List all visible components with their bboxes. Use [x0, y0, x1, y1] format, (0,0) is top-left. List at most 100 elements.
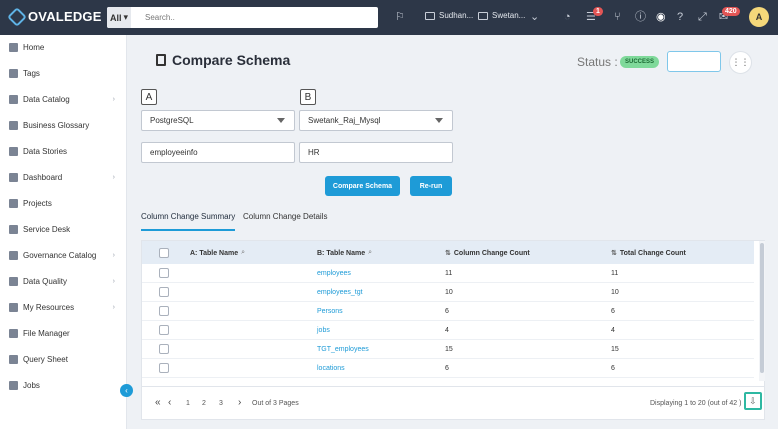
sort-icon: ⇅ [611, 250, 617, 257]
row-checkbox[interactable] [159, 325, 169, 335]
sidebar-item-governance-catalog[interactable]: Governance Catalog › [0, 245, 127, 265]
sidebar-item-file-manager[interactable]: File Manager [0, 323, 127, 343]
cell-b-table-link[interactable]: Persons [317, 308, 343, 315]
data-quality-icon [9, 276, 18, 286]
page-link-1[interactable]: 1 [186, 400, 190, 407]
header-b-table: B: Table Name ⌕ [317, 249, 373, 257]
sidebar-item-home[interactable]: Home [0, 37, 127, 57]
recent-folder-2[interactable]: Swetan... [478, 11, 525, 20]
summary-table: A: Table Name ⌕ B: Table Name ⌕ ⇅ Column Ch… [141, 240, 765, 420]
page-link-2[interactable]: 2 [202, 400, 206, 407]
search-input[interactable] [131, 13, 361, 22]
apps-menu-button[interactable]: ⋮⋮ [729, 51, 752, 74]
table-row: employees_tgt 10 10 [142, 283, 754, 302]
chevron-right-icon: › [112, 95, 115, 103]
cell-b-table-link[interactable]: jobs [317, 327, 330, 334]
info-icon[interactable]: ⓘ [635, 11, 646, 23]
bookmark-icon[interactable]: ⚐ [395, 11, 405, 23]
help-icon[interactable]: ? [677, 11, 683, 23]
cell-total-change: 11 [611, 270, 619, 277]
compare-schema-button[interactable]: Compare Schema [325, 176, 400, 196]
sidebar-item-tags[interactable]: Tags [0, 63, 127, 83]
sidebar-item-jobs[interactable]: Jobs [0, 375, 127, 395]
chrome-extension-icon[interactable]: ◉ [656, 11, 666, 23]
governance-icon [9, 250, 18, 260]
a-connection-select[interactable]: PostgreSQL [141, 110, 295, 131]
sidebar-item-my-resources[interactable]: My Resources › [0, 297, 127, 317]
header-total-change[interactable]: ⇅ Total Change Count [611, 249, 686, 258]
cell-column-change: 11 [445, 270, 453, 277]
table-scrollbar-thumb[interactable] [760, 243, 764, 373]
brand-logo[interactable]: OVALEDGE [7, 6, 102, 27]
sort-icon: ⇅ [445, 250, 451, 257]
chevron-right-icon: › [112, 251, 115, 259]
cell-b-table-link[interactable]: TGT_employees [317, 346, 369, 353]
search-icon[interactable]: ⌕ [241, 249, 245, 257]
sidebar-item-data-stories[interactable]: Data Stories [0, 141, 127, 161]
displaying-count-text: Displaying 1 to 20 (out of 42 ) [650, 400, 742, 407]
projects-icon [9, 198, 18, 208]
next-page-icon[interactable]: › [238, 397, 241, 408]
avatar[interactable]: A [749, 7, 769, 27]
page-title: Compare Schema [156, 52, 290, 68]
pagination: « ‹ 1 2 3 › Out of 3 Pages Displaying 1 … [142, 386, 764, 420]
caret-down-icon [435, 118, 443, 123]
compare-schema-icon [156, 54, 166, 66]
table-row: employees 11 11 [142, 264, 754, 283]
b-schema-field[interactable]: HR [299, 142, 453, 163]
table-row: TGT_employees 15 15 [142, 340, 754, 359]
cell-column-change: 10 [445, 289, 453, 296]
first-page-icon[interactable]: « [155, 397, 161, 408]
logo-icon [7, 6, 27, 27]
tab-column-change-summary[interactable]: Column Change Summary [141, 212, 236, 231]
side-b-tag: B [300, 89, 316, 105]
b-connection-select[interactable]: Swetank_Raj_Mysql [299, 110, 453, 131]
action-button[interactable] [667, 51, 721, 72]
tag-icon [9, 68, 18, 78]
cell-b-table-link[interactable]: employees_tgt [317, 289, 363, 296]
cell-total-change: 6 [611, 365, 615, 372]
dashboard-icon[interactable]: ◔ [564, 11, 571, 23]
folders-dropdown-icon[interactable]: ⌄ [530, 11, 539, 23]
sidebar-item-dashboard[interactable]: Dashboard › [0, 167, 127, 187]
sidebar-item-business-glossary[interactable]: Business Glossary [0, 115, 127, 135]
export-button[interactable]: ⇩ [744, 392, 762, 410]
sidebar-item-query-sheet[interactable]: Query Sheet [0, 349, 127, 369]
lineage-icon[interactable]: ⑂ [614, 11, 621, 23]
row-checkbox[interactable] [159, 306, 169, 316]
download-icon: ⇩ [749, 395, 757, 406]
global-search: All ▾ [107, 7, 378, 28]
sidebar-item-data-catalog[interactable]: Data Catalog › [0, 89, 127, 109]
chevron-right-icon: › [112, 173, 115, 181]
row-checkbox[interactable] [159, 344, 169, 354]
cell-b-table-link[interactable]: employees [317, 270, 351, 277]
cell-total-change: 6 [611, 308, 615, 315]
search-scope-dropdown[interactable]: All ▾ [107, 7, 131, 28]
row-checkbox[interactable] [159, 287, 169, 297]
fullscreen-icon[interactable]: ⤢ [698, 11, 707, 23]
chevron-right-icon: › [112, 303, 115, 311]
query-sheet-icon [9, 354, 18, 364]
sidebar-item-service-desk[interactable]: Service Desk [0, 219, 127, 239]
table-row: locations 6 6 [142, 359, 754, 378]
chevron-down-icon: ▾ [123, 12, 129, 22]
cell-b-table-link[interactable]: locations [317, 365, 345, 372]
data-catalog-icon [9, 94, 18, 104]
tab-column-change-details[interactable]: Column Change Details [243, 212, 328, 221]
resources-icon [9, 302, 18, 312]
a-schema-field[interactable]: employeeinfo [141, 142, 295, 163]
search-icon[interactable]: ⌕ [368, 249, 372, 257]
select-all-checkbox[interactable] [159, 248, 169, 258]
rerun-button[interactable]: Re-run [410, 176, 452, 196]
prev-page-icon[interactable]: ‹ [168, 397, 171, 408]
recent-folder-1[interactable]: Sudhan... [425, 11, 473, 20]
grid-icon: ⋮⋮ [731, 57, 750, 67]
table-row: jobs 4 4 [142, 321, 754, 340]
page-link-3[interactable]: 3 [219, 400, 223, 407]
header-column-change[interactable]: ⇅ Column Change Count [445, 249, 530, 258]
sidebar-item-data-quality[interactable]: Data Quality › [0, 271, 127, 291]
chevron-right-icon: › [112, 277, 115, 285]
sidebar-item-projects[interactable]: Projects [0, 193, 127, 213]
row-checkbox[interactable] [159, 268, 169, 278]
row-checkbox[interactable] [159, 363, 169, 373]
